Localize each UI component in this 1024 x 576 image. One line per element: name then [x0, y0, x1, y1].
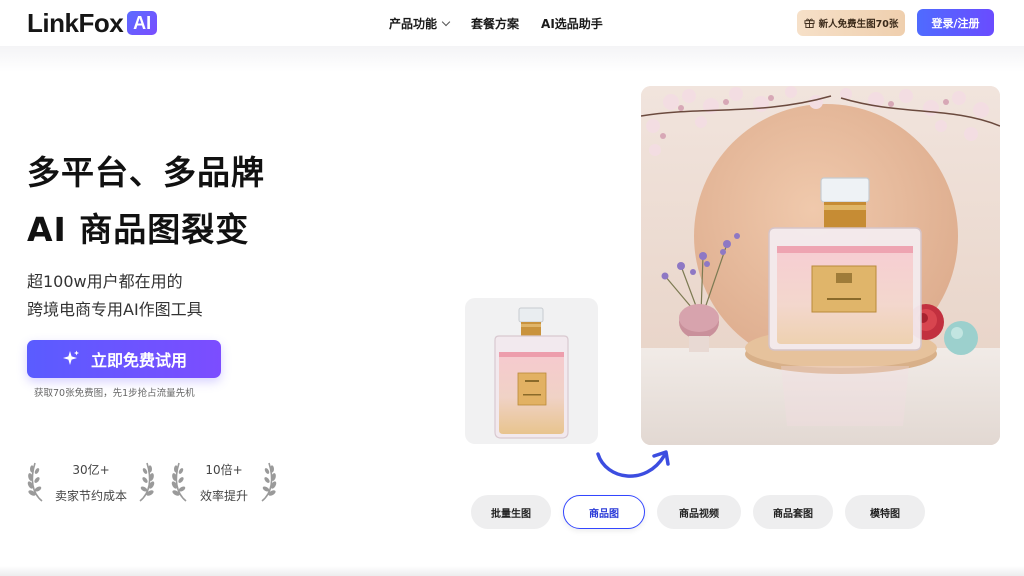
- stat-cost-savings: 30亿+ 卖家节约成本: [26, 459, 156, 505]
- nav-item-pricing-plans[interactable]: 套餐方案: [471, 15, 519, 32]
- cta-note: 获取70张免费图，先1步抢占流量先机: [34, 388, 195, 399]
- laurel-right-icon: [261, 462, 277, 502]
- tab-product-image[interactable]: 商品图: [563, 495, 645, 529]
- tab-batch-generation[interactable]: 批量生图: [471, 495, 551, 529]
- tab-model-image[interactable]: 模特图: [845, 495, 925, 529]
- nav-item-label: 套餐方案: [471, 17, 520, 31]
- free-trial-button[interactable]: 立即免费试用: [27, 340, 221, 378]
- sparkle-icon: [62, 350, 79, 365]
- tab-product-image-set[interactable]: 商品套图: [753, 495, 833, 529]
- stat-efficiency: 10倍+ 效率提升: [170, 459, 278, 505]
- logo-text: LinkFox: [27, 8, 124, 38]
- chevron-down-icon: [441, 17, 451, 27]
- hero-title-line-2: AI 商品图裂变: [27, 210, 250, 249]
- nav-item-label: 产品功能: [389, 17, 438, 31]
- perfume-scene-image: [641, 86, 1000, 445]
- tab-product-video[interactable]: 商品视频: [657, 495, 741, 529]
- free-images-promo-button[interactable]: 新人免费生图70张: [797, 10, 905, 36]
- section-divider: [0, 566, 1024, 576]
- linkfox-logo[interactable]: LinkFox AI: [27, 8, 158, 38]
- feature-tabs: 批量生图 商品图 商品视频 商品套图 模特图: [471, 495, 925, 529]
- laurel-right-icon: [139, 462, 155, 502]
- nav-item-ai-product-assistant[interactable]: AI选品助手: [541, 15, 603, 32]
- header-shadow-band: [0, 46, 1024, 72]
- promo-label: 新人免费生图70张: [818, 19, 899, 30]
- gift-icon: [804, 18, 815, 28]
- main-nav: 产品功能 套餐方案 AI选品助手: [389, 15, 603, 32]
- curved-arrow-icon: [596, 450, 670, 478]
- nav-item-product-features[interactable]: 产品功能: [389, 15, 451, 32]
- nav-item-label: AI选品助手: [541, 17, 603, 31]
- hero-title-line-1: 多平台、多品牌: [27, 153, 265, 192]
- generated-product-image: [641, 86, 1000, 445]
- perfume-bottle-image: [494, 307, 569, 439]
- login-register-button[interactable]: 登录/注册: [917, 9, 994, 36]
- logo-ai-badge: AI: [127, 11, 158, 35]
- top-nav-bar: LinkFox AI 产品功能 套餐方案 AI选品助手 新人免费生图70张 登录…: [0, 0, 1024, 46]
- cta-label: 立即免费试用: [90, 351, 187, 370]
- hero-subtitle-line-1: 超100w用户都在用的: [27, 272, 183, 291]
- original-product-image: [465, 298, 598, 444]
- hero-subtitle-line-2: 跨境电商专用AI作图工具: [27, 300, 203, 319]
